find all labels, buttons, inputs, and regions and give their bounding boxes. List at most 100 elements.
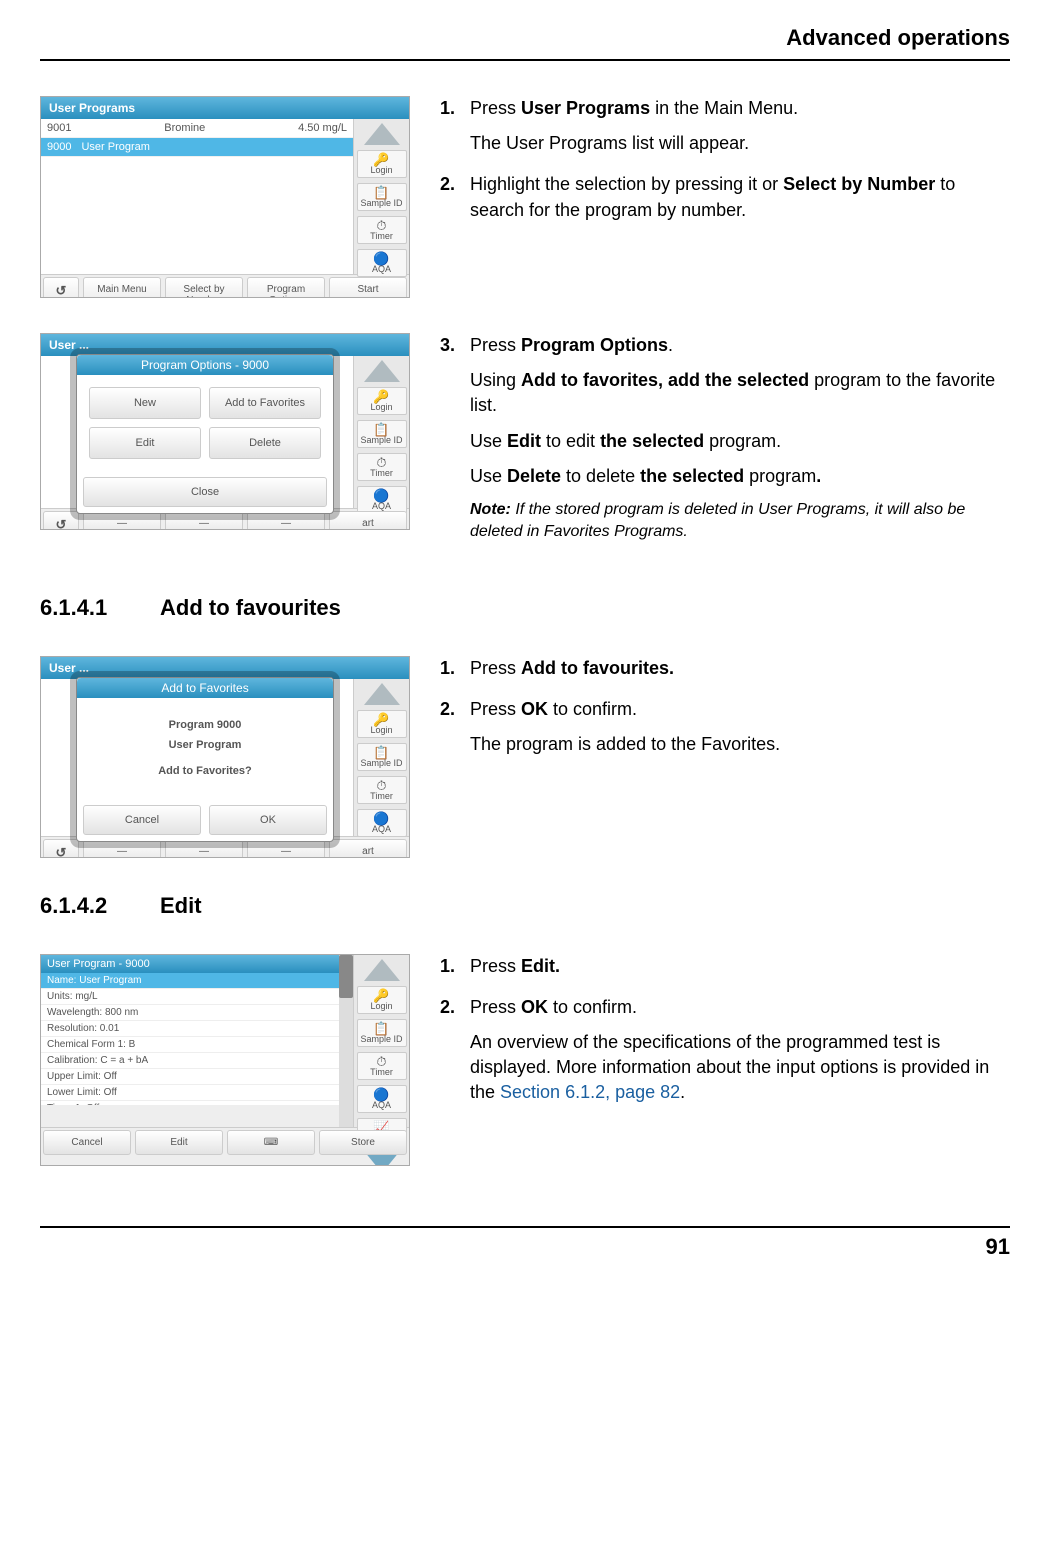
block-program-options: User ... 🔑Login 📋Sample ID ⏱Timer 🔵AQA 📈… xyxy=(40,333,1010,560)
block-edit: User Program - 9000 Name: User Program U… xyxy=(40,954,1010,1166)
instructions: 3. Press Program Options. Using Add to f… xyxy=(440,333,1010,560)
program-options-dialog: Program Options - 9000 New Add to Favori… xyxy=(76,354,334,514)
page: Advanced operations User Programs 9001 B… xyxy=(0,0,1050,1300)
sample-id-button[interactable]: 📋Sample ID xyxy=(357,183,407,211)
screen-titlebar: User Programs xyxy=(41,97,409,119)
dialog-title: Add to Favorites xyxy=(77,678,333,698)
keyboard-icon: ⌨ xyxy=(264,1137,278,1148)
device-screenshot: User Program - 9000 Name: User Program U… xyxy=(40,954,410,1166)
dialog-question: Add to Favorites? xyxy=(158,765,252,777)
aqa-button[interactable]: 🔵AQA xyxy=(357,486,407,514)
spec-row[interactable]: Units: mg/L xyxy=(41,989,339,1005)
login-button[interactable]: 🔑Login xyxy=(357,986,407,1014)
timer-button[interactable]: ⏱Timer xyxy=(357,453,407,481)
step-number: 1. xyxy=(440,656,470,691)
screenshot-user-programs-list: User Programs 9001 Bromine 4.50 mg/L 900… xyxy=(40,96,410,298)
timer-button[interactable]: ⏱Timer xyxy=(357,776,407,804)
scroll-up-icon[interactable] xyxy=(364,123,400,145)
program-list: 9001 Bromine 4.50 mg/L 9000 User Program xyxy=(41,119,353,274)
side-toolbar: 🔑Login 📋Sample ID ⏱Timer 🔵AQA 📈Trends xyxy=(353,679,409,836)
instructions: 1. Press User Programs in the Main Menu.… xyxy=(440,96,1010,298)
start-button[interactable]: Start xyxy=(329,277,407,298)
sample-id-button[interactable]: 📋Sample ID xyxy=(357,743,407,771)
dialog-line: User Program xyxy=(169,739,242,751)
main-menu-button[interactable]: Main Menu xyxy=(83,277,161,298)
device-screenshot: User Programs 9001 Bromine 4.50 mg/L 900… xyxy=(40,96,410,298)
store-button[interactable]: Store xyxy=(319,1130,407,1155)
login-button[interactable]: 🔑Login xyxy=(357,387,407,415)
running-header: Advanced operations xyxy=(40,0,1010,61)
delete-button[interactable]: Delete xyxy=(209,427,321,459)
aqa-button[interactable]: 🔵AQA xyxy=(357,1085,407,1113)
cancel-button[interactable]: Cancel xyxy=(43,1130,131,1155)
edit-button[interactable]: Edit xyxy=(89,427,201,459)
keyboard-button[interactable]: ⌨ xyxy=(227,1130,315,1155)
scroll-up-icon[interactable] xyxy=(364,683,400,705)
ok-button[interactable]: OK xyxy=(209,805,327,835)
instructions: 1. Press Edit. 2. Press OK to confirm. A… xyxy=(440,954,1010,1166)
screenshot-edit: User Program - 9000 Name: User Program U… xyxy=(40,954,410,1166)
instructions: 1. Press Add to favourites. 2. Press OK … xyxy=(440,656,1010,858)
screen-titlebar: User Program - 9000 xyxy=(41,955,339,973)
spec-row[interactable]: Timer 1: Off xyxy=(41,1101,339,1105)
step-number: 2. xyxy=(440,172,470,232)
back-button[interactable]: ↺ xyxy=(43,277,79,298)
step-number: 1. xyxy=(440,96,470,166)
dialog-title: Program Options - 9000 xyxy=(77,355,333,375)
step-number: 2. xyxy=(440,995,470,1116)
cancel-button[interactable]: Cancel xyxy=(83,805,201,835)
close-button[interactable]: Close xyxy=(83,477,327,507)
device-screenshot: User ... 🔑Login 📋Sample ID ⏱Timer 🔵AQA 📈… xyxy=(40,656,410,858)
section-link[interactable]: Section 6.1.2, page 82 xyxy=(500,1082,680,1102)
sample-id-button[interactable]: 📋Sample ID xyxy=(357,420,407,448)
program-spec-list: User Program - 9000 Name: User Program U… xyxy=(41,955,339,1105)
note: Note: If the stored program is deleted i… xyxy=(470,499,1010,544)
section-heading-edit: 6.1.4.2 Edit xyxy=(40,893,1010,919)
side-toolbar: 🔑Login 📋Sample ID ⏱Timer 🔵AQA 📈Trends xyxy=(353,119,409,274)
step-number: 2. xyxy=(440,697,470,767)
scrollbar[interactable] xyxy=(339,955,353,1127)
select-by-number-button[interactable]: Select by Number xyxy=(165,277,243,298)
aqa-button[interactable]: 🔵AQA xyxy=(357,249,407,277)
back-button[interactable]: ↺ xyxy=(43,511,79,530)
side-toolbar: 🔑Login 📋Sample ID ⏱Timer 🔵AQA 📈Trends xyxy=(353,356,409,508)
back-button[interactable]: ↺ xyxy=(43,839,79,858)
aqa-button[interactable]: 🔵AQA xyxy=(357,809,407,837)
dialog-line: Program 9000 xyxy=(169,719,242,731)
scrollbar-thumb[interactable] xyxy=(339,955,353,998)
list-item[interactable]: 9001 Bromine 4.50 mg/L xyxy=(41,119,353,138)
spec-row[interactable]: Calibration: C = a + bA xyxy=(41,1053,339,1069)
login-button[interactable]: 🔑Login xyxy=(357,150,407,178)
step-number: 1. xyxy=(440,954,470,989)
login-button[interactable]: 🔑Login xyxy=(357,710,407,738)
block-add-favourites: User ... 🔑Login 📋Sample ID ⏱Timer 🔵AQA 📈… xyxy=(40,656,1010,858)
screenshot-program-options: User ... 🔑Login 📋Sample ID ⏱Timer 🔵AQA 📈… xyxy=(40,333,410,560)
block-user-programs: User Programs 9001 Bromine 4.50 mg/L 900… xyxy=(40,96,1010,298)
timer-button[interactable]: ⏱Timer xyxy=(357,216,407,244)
sample-id-button[interactable]: 📋Sample ID xyxy=(357,1019,407,1047)
new-button[interactable]: New xyxy=(89,387,201,419)
screen-titlebar: User ... xyxy=(41,334,409,356)
program-options-button[interactable]: Program Options xyxy=(247,277,325,298)
scroll-up-icon[interactable] xyxy=(364,959,400,981)
step-number: 3. xyxy=(440,333,470,554)
device-screenshot: User ... 🔑Login 📋Sample ID ⏱Timer 🔵AQA 📈… xyxy=(40,333,410,530)
spec-row[interactable]: Upper Limit: Off xyxy=(41,1069,339,1085)
edit-button[interactable]: Edit xyxy=(135,1130,223,1155)
spec-row[interactable]: Resolution: 0.01 xyxy=(41,1021,339,1037)
add-to-favorites-dialog: Add to Favorites Program 9000 User Progr… xyxy=(76,677,334,842)
spec-row-selected[interactable]: Name: User Program xyxy=(41,973,339,989)
button-bar: Cancel Edit ⌨ Store xyxy=(41,1127,409,1157)
add-to-favorites-button[interactable]: Add to Favorites xyxy=(209,387,321,419)
list-item-selected[interactable]: 9000 User Program xyxy=(41,138,353,157)
timer-button[interactable]: ⏱Timer xyxy=(357,1052,407,1080)
scroll-up-icon[interactable] xyxy=(364,360,400,382)
button-bar: ↺ Main Menu Select by Number Program Opt… xyxy=(41,274,409,298)
section-heading-add-favourites: 6.1.4.1 Add to favourites xyxy=(40,595,1010,621)
spec-row[interactable]: Wavelength: 800 nm xyxy=(41,1005,339,1021)
spec-row[interactable]: Lower Limit: Off xyxy=(41,1085,339,1101)
spec-row[interactable]: Chemical Form 1: B xyxy=(41,1037,339,1053)
screenshot-add-favourites: User ... 🔑Login 📋Sample ID ⏱Timer 🔵AQA 📈… xyxy=(40,656,410,858)
side-toolbar: 🔑Login 📋Sample ID ⏱Timer 🔵AQA 📈Trends xyxy=(353,955,409,1127)
page-number: 91 xyxy=(40,1226,1010,1260)
